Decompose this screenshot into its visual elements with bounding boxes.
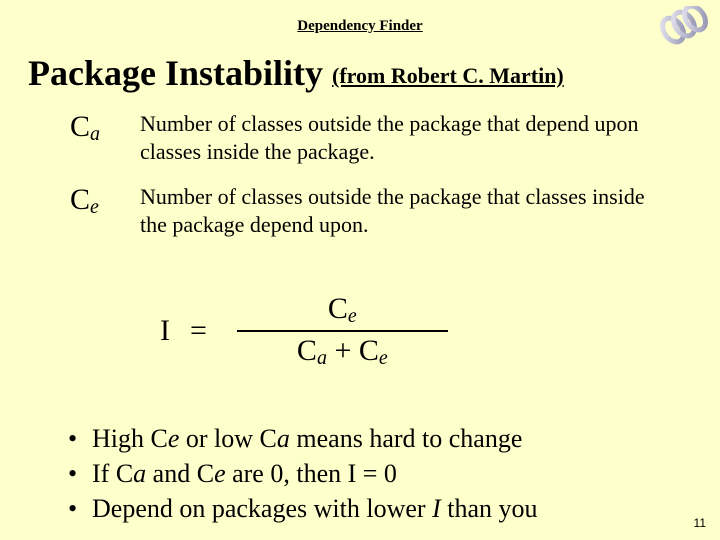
numerator: Ce [237,290,448,330]
definition-text: Number of classes outside the package th… [140,183,650,238]
formula-lhs: I [160,314,170,348]
definitions: Ca Number of classes outside the package… [70,110,650,256]
fraction: Ce Ca + Ce [237,290,448,372]
bullet-item: High Ce or low Ca means hard to change [68,421,538,456]
symbol-ce: Ce [70,183,140,219]
title-attribution: (from Robert C. Martin) [332,63,564,88]
bullet-item: If Ca and Ce are 0, then I = 0 [68,456,538,491]
slide: Dependency Finder Package Instability (f… [0,0,720,540]
definition-row: Ca Number of classes outside the package… [70,110,650,165]
bullet-list: High Ce or low Ca means hard to change I… [28,421,538,526]
chain-link-icon [656,6,708,46]
definition-row: Ce Number of classes outside the package… [70,183,650,238]
definition-text: Number of classes outside the package th… [140,110,650,165]
page-number: 11 [694,516,706,530]
equals-sign: = [190,314,207,348]
instability-formula: I = Ce Ca + Ce [160,290,580,372]
symbol-ca: Ca [70,110,140,146]
title-main: Package Instability [28,53,323,93]
header-title: Dependency Finder [0,18,720,35]
page-title: Package Instability (from Robert C. Mart… [28,52,564,94]
bullet-item: Depend on packages with lower I than you [68,491,538,526]
denominator: Ca + Ce [237,332,448,372]
